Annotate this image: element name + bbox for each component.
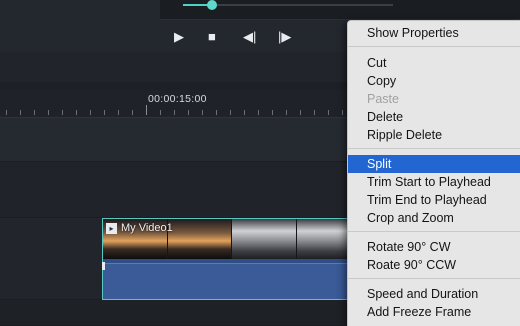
menu-item-split[interactable]: Split bbox=[348, 155, 520, 173]
ruler-tick bbox=[244, 110, 245, 115]
ruler-tick bbox=[160, 110, 161, 115]
menu-item-delete[interactable]: Delete bbox=[348, 108, 520, 126]
ruler-tick bbox=[216, 110, 217, 115]
ruler-tick bbox=[118, 110, 119, 115]
ruler-tick bbox=[104, 110, 105, 115]
ruler-tick bbox=[90, 110, 91, 115]
menu-item-cut[interactable]: Cut bbox=[348, 54, 520, 72]
ruler-tick bbox=[6, 110, 7, 115]
ruler-tick bbox=[328, 110, 329, 115]
ruler-tick bbox=[62, 110, 63, 115]
ruler-tick bbox=[188, 110, 189, 115]
ruler-tick bbox=[314, 110, 315, 115]
ruler-tick bbox=[174, 110, 175, 115]
ruler-tick bbox=[342, 110, 343, 115]
menu-separator bbox=[348, 278, 520, 279]
ruler-tick bbox=[202, 110, 203, 115]
ruler-tick bbox=[76, 110, 77, 115]
ruler-timecode: 00:00:15:00 bbox=[148, 93, 207, 105]
menu-item-speed-duration[interactable]: Speed and Duration bbox=[348, 285, 520, 303]
menu-item-rotate-cw[interactable]: Rotate 90° CW bbox=[348, 238, 520, 256]
clip-thumbnail bbox=[167, 219, 232, 259]
ruler-tick bbox=[132, 110, 133, 115]
clip-audio-waveform[interactable] bbox=[103, 263, 361, 299]
menu-item-copy[interactable]: Copy bbox=[348, 72, 520, 90]
ruler-tick bbox=[286, 110, 287, 115]
ruler-tick bbox=[230, 110, 231, 115]
next-frame-icon[interactable]: |▶ bbox=[278, 30, 291, 44]
menu-separator bbox=[348, 231, 520, 232]
ruler-tick bbox=[258, 110, 259, 115]
play-icon[interactable]: ▶ bbox=[174, 30, 184, 44]
menu-item-trim-start[interactable]: Trim Start to Playhead bbox=[348, 173, 520, 191]
menu-item-paste: Paste bbox=[367, 92, 399, 106]
stop-icon[interactable]: ■ bbox=[208, 30, 216, 44]
menu-separator bbox=[348, 46, 520, 47]
menu-item-freeze-frame[interactable]: Add Freeze Frame bbox=[348, 303, 520, 321]
ruler-tick bbox=[300, 110, 301, 115]
clip-type-icon: ▸ bbox=[106, 223, 117, 234]
menu-separator bbox=[348, 148, 520, 149]
previous-frame-icon[interactable]: ◀| bbox=[243, 30, 256, 44]
ruler-tick bbox=[272, 110, 273, 115]
ruler-tick bbox=[20, 110, 21, 115]
video-clip[interactable]: ▸ My Video1 bbox=[102, 218, 362, 300]
menu-item-rotate-ccw[interactable]: Roate 90° CCW bbox=[348, 256, 520, 274]
menu-item-crop-zoom[interactable]: Crop and Zoom bbox=[348, 209, 520, 227]
menu-item-show-properties[interactable]: Show Properties bbox=[348, 24, 520, 42]
ruler-tick bbox=[34, 110, 35, 115]
clip-name: My Video1 bbox=[121, 222, 173, 234]
ruler-tick bbox=[48, 110, 49, 115]
menu-item-ripple-delete[interactable]: Ripple Delete bbox=[348, 126, 520, 144]
clip-thumbnail bbox=[232, 219, 297, 259]
menu-item-trim-end[interactable]: Trim End to Playhead bbox=[348, 191, 520, 209]
ruler-tick bbox=[146, 105, 147, 115]
context-menu: Show Properties Cut Copy Paste Delete Ri… bbox=[347, 20, 520, 326]
playhead-marker[interactable] bbox=[102, 262, 105, 270]
